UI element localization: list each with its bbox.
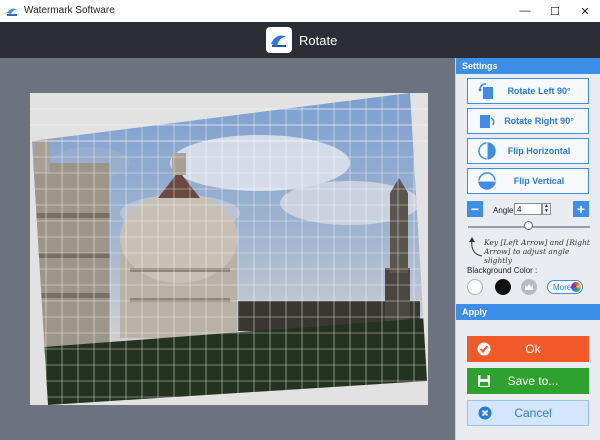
save-icon [477,374,491,388]
rotate-left-button[interactable]: Rotate Left 90° [467,78,589,104]
save-to-label: Save to... [507,374,559,388]
angle-label: Angle: [493,206,516,215]
check-icon [477,342,491,356]
angle-spinner[interactable]: ▲ ▼ [542,203,551,215]
flip-vertical-label: Flip Vertical [513,176,565,186]
keyboard-hint: Key [Left Arrow] and [Right Arrow] to ad… [484,238,590,265]
flip-horizontal-icon [478,142,496,160]
page-title: Rotate [299,33,338,48]
photo-preview[interactable] [30,93,428,405]
ok-label: Ok [525,342,541,356]
transparent-icon [525,284,533,290]
settings-panel: Settings Rotate Left 90° Rotate Right 90… [455,58,600,440]
rotate-right-label: Rotate Right 90° [504,116,574,126]
rotate-left-label: Rotate Left 90° [507,86,571,96]
swatch-black[interactable] [495,279,511,295]
window-title: Watermark Software [24,5,115,16]
more-colors-button[interactable]: More [547,280,583,294]
canvas-area [0,58,455,440]
rotate-app-icon [266,27,292,53]
rotated-photo [30,93,428,405]
angle-decrease-button[interactable]: − [467,201,483,217]
flip-horizontal-label: Flip Horizontal [507,146,571,156]
cancel-icon [478,406,492,420]
flip-vertical-button[interactable]: Flip Vertical [467,168,589,194]
flip-vertical-icon [478,172,496,190]
settings-section-header: Settings [456,58,600,74]
save-to-button[interactable]: Save to... [467,368,589,394]
flip-horizontal-button[interactable]: Flip Horizontal [467,138,589,164]
cancel-button[interactable]: Cancel [467,400,589,426]
angle-slider-thumb[interactable] [524,221,533,230]
title-bar: Watermark Software — ☐ ✕ [0,0,600,23]
maximize-button[interactable]: ☐ [540,0,570,22]
close-button[interactable]: ✕ [570,0,600,22]
apply-section-header: Apply [456,304,600,320]
more-colors-label: More [553,282,572,292]
angle-input[interactable]: 4 [514,203,542,215]
hint-arrow-icon [469,237,483,257]
angle-increase-button[interactable]: + [573,201,589,217]
header-bar: Rotate [0,22,600,58]
rotate-right-button[interactable]: Rotate Right 90° [467,108,589,134]
color-wheel-icon [571,282,581,292]
rotate-right-icon [480,115,495,128]
background-color-label: Blackground Color : [467,266,538,275]
rotate-left-icon [478,83,493,99]
ok-button[interactable]: Ok [467,336,589,362]
cancel-label: Cancel [514,406,552,420]
app-logo-icon [7,8,17,16]
minimize-button[interactable]: — [510,0,540,22]
swatch-white[interactable] [467,279,483,295]
swatch-transparent[interactable] [521,279,537,295]
